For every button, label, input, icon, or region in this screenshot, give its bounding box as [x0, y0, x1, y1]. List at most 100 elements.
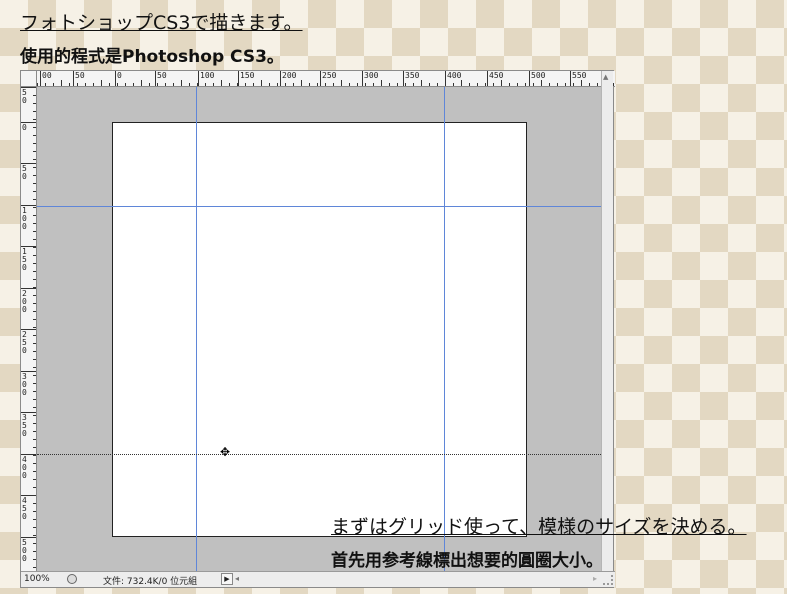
- guide-vertical-right[interactable]: [444, 87, 445, 573]
- zoom-level-field[interactable]: 100%: [24, 574, 50, 584]
- ruler-minor-tick: [269, 83, 270, 86]
- ruler-minor-tick: [373, 83, 374, 86]
- ruler-major-tick: [155, 71, 156, 86]
- ruler-minor-tick: [33, 439, 36, 440]
- ruler-minor-tick: [205, 83, 206, 86]
- ruler-minor-tick: [533, 83, 534, 86]
- ruler-minor-tick: [101, 80, 102, 86]
- ruler-major-tick: [280, 71, 281, 86]
- ruler-major-tick: [529, 71, 530, 86]
- ruler-minor-tick: [413, 83, 414, 86]
- ruler-label: 250: [322, 71, 337, 80]
- ruler-minor-tick: [333, 83, 334, 86]
- ruler-minor-tick: [33, 231, 36, 232]
- ruler-minor-tick: [565, 83, 566, 86]
- ruler-minor-tick: [33, 191, 36, 192]
- ruler-minor-tick: [525, 83, 526, 86]
- ruler-minor-tick: [317, 83, 318, 86]
- ruler-label: 50: [22, 164, 27, 181]
- caption-top-japanese: フォトショップCS3で描きます。: [20, 12, 303, 34]
- ruler-minor-tick: [197, 83, 198, 86]
- ruler-minor-tick: [613, 83, 614, 86]
- ruler-minor-tick: [33, 415, 36, 416]
- ruler-major-tick: [238, 71, 239, 86]
- ruler-label: 100: [22, 206, 27, 231]
- ruler-label: 250: [22, 330, 27, 355]
- ruler-label: 350: [22, 413, 27, 438]
- ruler-minor-tick: [33, 143, 36, 144]
- ruler-minor-tick: [33, 295, 36, 296]
- ruler-minor-tick: [173, 83, 174, 86]
- ruler-minor-tick: [33, 535, 36, 536]
- ruler-minor-tick: [33, 455, 36, 456]
- ruler-origin-corner[interactable]: [21, 71, 37, 87]
- ruler-minor-tick: [221, 80, 222, 86]
- ruler-label: 150: [22, 247, 27, 272]
- ruler-minor-tick: [69, 83, 70, 86]
- ruler-minor-tick: [33, 367, 36, 368]
- ruler-minor-tick: [33, 343, 36, 344]
- status-menu-arrow-icon[interactable]: ▶: [221, 573, 233, 585]
- ruler-label: 300: [364, 71, 379, 80]
- photoshop-document-window: 00 50 0 50 100 150 200 250 300 350 400 450 500 550 50…: [20, 70, 615, 588]
- ruler-minor-tick: [381, 80, 382, 86]
- guide-being-dragged[interactable]: [37, 454, 603, 455]
- status-circle-icon[interactable]: [67, 574, 77, 584]
- ruler-minor-tick: [85, 83, 86, 86]
- guide-horizontal-top[interactable]: [37, 206, 603, 207]
- ruler-minor-tick: [341, 80, 342, 86]
- vertical-ruler[interactable]: 50 0 50 100 150 200 250 300 350 400 450 500: [21, 87, 37, 573]
- guide-vertical-left[interactable]: [196, 87, 197, 573]
- ruler-minor-tick: [33, 359, 36, 360]
- ruler-minor-tick: [33, 567, 36, 568]
- ruler-minor-tick: [33, 215, 36, 216]
- ruler-label: 200: [282, 71, 297, 80]
- ruler-minor-tick: [421, 80, 422, 86]
- ruler-minor-tick: [325, 83, 326, 86]
- ruler-label: 400: [447, 71, 462, 80]
- ruler-minor-tick: [485, 83, 486, 86]
- ruler-label: 50: [157, 71, 167, 80]
- ruler-minor-tick: [33, 175, 36, 176]
- ruler-minor-tick: [53, 83, 54, 86]
- ruler-minor-tick: [33, 255, 36, 256]
- ruler-major-tick: [40, 71, 41, 86]
- ruler-minor-tick: [33, 527, 36, 528]
- ruler-minor-tick: [33, 471, 36, 472]
- scroll-left-arrow-icon[interactable]: ◂: [235, 574, 239, 583]
- document-canvas[interactable]: [112, 122, 527, 537]
- ruler-label: 300: [22, 372, 27, 397]
- ruler-label: 500: [22, 538, 27, 563]
- ruler-label: 200: [22, 289, 27, 314]
- ruler-minor-tick: [33, 463, 36, 464]
- ruler-minor-tick: [33, 423, 36, 424]
- ruler-major-tick: [487, 71, 488, 86]
- ruler-minor-tick: [33, 383, 36, 384]
- ruler-minor-tick: [61, 80, 62, 86]
- ruler-minor-tick: [309, 83, 310, 86]
- ruler-minor-tick: [33, 183, 36, 184]
- ruler-minor-tick: [33, 127, 36, 128]
- ruler-minor-tick: [33, 111, 36, 112]
- vertical-scrollbar[interactable]: ▲: [601, 71, 613, 573]
- ruler-minor-tick: [33, 319, 36, 320]
- ruler-minor-tick: [33, 503, 36, 504]
- ruler-minor-tick: [245, 83, 246, 86]
- ruler-minor-tick: [397, 83, 398, 86]
- scroll-up-arrow-icon[interactable]: ▲: [603, 73, 608, 81]
- resize-grip-icon[interactable]: [603, 575, 613, 585]
- ruler-label: 50: [22, 88, 27, 105]
- scroll-right-arrow-icon[interactable]: ▸: [593, 574, 597, 583]
- ruler-minor-tick: [33, 167, 36, 168]
- pasteboard[interactable]: ✥: [37, 87, 603, 573]
- horizontal-ruler[interactable]: 00 50 0 50 100 150 200 250 300 350 400 450 500 550: [21, 71, 615, 87]
- ruler-minor-tick: [301, 80, 302, 86]
- status-bar: 100% 文件: 732.4K/0 位元組 ▶ ◂ ▸: [21, 571, 615, 587]
- ruler-minor-tick: [189, 83, 190, 86]
- document-info-text: 文件: 732.4K/0 位元組: [103, 577, 198, 587]
- ruler-minor-tick: [33, 479, 36, 480]
- ruler-minor-tick: [125, 83, 126, 86]
- ruler-minor-tick: [33, 391, 36, 392]
- ruler-label: 400: [22, 455, 27, 480]
- caption-top-chinese: 使用的程式是Photoshop CS3。: [20, 47, 284, 67]
